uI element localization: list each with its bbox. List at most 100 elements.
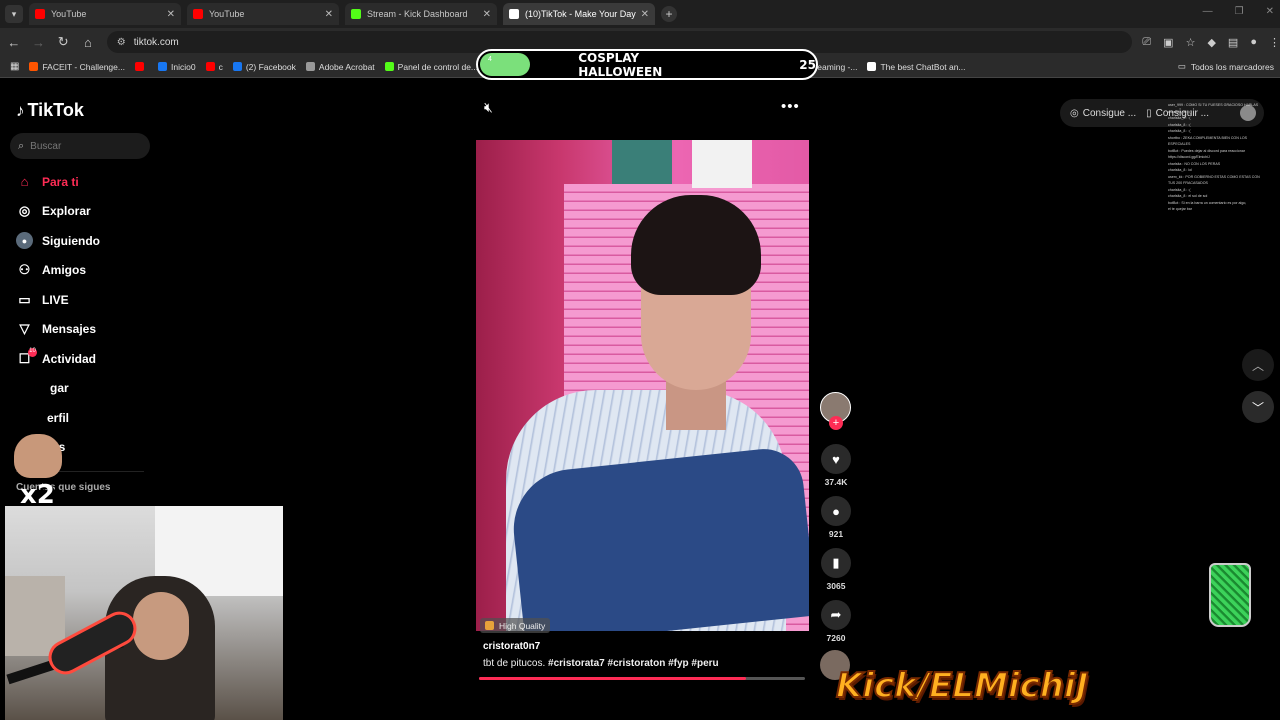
menu-icon[interactable]: ⋮ — [1269, 36, 1280, 49]
close-window-icon[interactable]: ✕ — [1266, 6, 1274, 17]
nav-cargar[interactable]: gar — [16, 379, 69, 396]
tiktok-note-icon: ♪ — [16, 100, 25, 120]
tab-title: (10)TikTok - Make Your Day — [525, 9, 636, 19]
tiktok-logo[interactable]: ♪ TikTok — [16, 100, 84, 121]
streamer-webcam — [5, 506, 283, 720]
forward-icon[interactable]: → — [28, 35, 50, 50]
nav-explorar[interactable]: ◎ Explorar — [16, 202, 91, 219]
follow-plus-icon[interactable]: + — [829, 416, 843, 430]
cast-icon[interactable]: ⎚ — [1142, 36, 1151, 49]
close-icon[interactable]: ✕ — [167, 9, 175, 20]
search-placeholder: Buscar — [30, 140, 62, 152]
overlay-count: 25 — [799, 57, 816, 72]
browser-tab-tiktok[interactable]: (10)TikTok - Make Your Day ✕ — [503, 3, 655, 25]
share-action[interactable]: ➦ 7260 — [820, 600, 852, 643]
new-tab-button[interactable]: + — [661, 6, 677, 22]
video-progress-bar[interactable] — [479, 677, 805, 680]
more-options-icon[interactable]: ••• — [781, 98, 800, 115]
upload-icon — [16, 379, 33, 396]
browser-tab-youtube-1[interactable]: YouTube ✕ — [29, 3, 181, 25]
bookmark-item[interactable]: FACEIT - Challenge... — [29, 62, 125, 72]
maximize-icon[interactable]: ❐ — [1235, 6, 1244, 17]
translate-icon[interactable]: ▣ — [1163, 36, 1173, 49]
stream-chat-overlay: user_999 : COMO SI TU FUESES GRACIOSO HA… — [1168, 102, 1278, 213]
video-poster — [692, 140, 752, 188]
share-count: 7260 — [826, 633, 846, 643]
activity-badge: 10 — [28, 348, 37, 357]
save-count: 3065 — [826, 581, 846, 591]
profile-icon[interactable]: ● — [1250, 36, 1257, 49]
nav-label: gar — [50, 380, 69, 395]
caption-hashtags[interactable]: #cristorata7 #cristoraton #fyp #peru — [548, 658, 719, 669]
back-icon[interactable]: ← — [3, 35, 25, 50]
home-icon[interactable]: ⌂ — [77, 35, 99, 50]
bookmark-label: Adobe Acrobat — [318, 61, 375, 72]
bookmark-favicon-icon — [29, 62, 39, 71]
logo-text: TikTok — [27, 100, 84, 120]
toolbar-icons: ⎚ ▣ ☆ ◆ ▤ ● ⋮ — [1142, 36, 1280, 49]
bookmark-item[interactable]: (2) Facebook — [232, 61, 296, 72]
browser-tab-kick[interactable]: Stream - Kick Dashboard ✕ — [345, 3, 497, 25]
webcam-face — [133, 592, 189, 660]
nav-perfil[interactable]: erfil — [16, 409, 69, 426]
quality-label: High Quality — [499, 620, 546, 631]
video-jacket — [507, 445, 809, 631]
phone-icon: ▯ — [1146, 107, 1152, 119]
bookmark-item[interactable] — [134, 62, 148, 72]
heart-icon: ♥ — [821, 444, 851, 474]
chat-message: el te quejar bar — [1168, 207, 1192, 211]
puzzle-icon[interactable]: ▤ — [1228, 36, 1238, 49]
mute-icon[interactable]: 🔇︎ — [484, 99, 493, 116]
bookmark-favicon-icon — [157, 62, 167, 71]
bookmark-item[interactable]: Panel de control de... — [384, 61, 479, 72]
video-caption: tbt de pitucos. #cristorata7 #cristorato… — [483, 658, 719, 669]
all-bookmarks-label: Todos los marcadores — [1190, 61, 1274, 72]
previous-video-button[interactable]: ︿ — [1242, 349, 1274, 381]
like-action[interactable]: ♥ 37.4K — [820, 444, 852, 487]
nav-para-ti[interactable]: ⌂ Para ti — [16, 173, 79, 190]
video-poster — [612, 140, 672, 184]
bookmark-item[interactable]: c — [205, 62, 223, 72]
bookmark-label: The best ChatBot an... — [880, 61, 966, 72]
coin-icon: ◎ — [1070, 107, 1079, 119]
bookmark-item[interactable]: The best ChatBot an... — [867, 61, 966, 72]
search-input[interactable]: ⌕ Buscar — [10, 133, 150, 159]
nav-label: Actividad — [42, 351, 97, 366]
tab-title: YouTube — [51, 9, 87, 19]
extension-icon[interactable]: ◆ — [1207, 36, 1215, 49]
nav-label: Mensajes — [42, 321, 97, 336]
video-player[interactable] — [476, 140, 809, 631]
bookmark-favicon-icon — [134, 62, 144, 71]
nav-amigos[interactable]: ⚇ Amigos — [16, 261, 86, 278]
live-icon: ▭ — [18, 291, 31, 307]
get-coins-button[interactable]: ◎ Consigue ... — [1070, 108, 1136, 119]
browser-tab-youtube-2[interactable]: YouTube ✕ — [187, 3, 339, 25]
tiktok-icon — [509, 9, 519, 19]
bookmark-label: (2) Facebook — [245, 61, 296, 72]
quality-icon — [485, 621, 494, 630]
reload-icon[interactable]: ↻ — [52, 34, 74, 50]
next-video-button[interactable]: ﹀ — [1242, 391, 1274, 423]
video-author[interactable]: cristorat0n7 — [483, 641, 540, 652]
minimize-icon[interactable]: — — [1203, 6, 1213, 17]
save-action[interactable]: ▮ 3065 — [820, 548, 852, 591]
close-icon[interactable]: ✕ — [641, 9, 649, 20]
nav-live[interactable]: ▭ LIVE — [16, 291, 68, 308]
bookmark-item[interactable]: Inicio0 — [157, 62, 196, 72]
tab-title: YouTube — [209, 9, 245, 19]
bookmark-favicon-icon — [384, 62, 394, 71]
apps-icon[interactable]: ▦ — [10, 61, 19, 72]
bookmark-star-icon[interactable]: ☆ — [1186, 36, 1196, 49]
close-icon[interactable]: ✕ — [483, 9, 491, 20]
nav-siguiendo[interactable]: ● Siguiendo — [16, 232, 100, 249]
bookmark-label: Panel de control de... — [397, 61, 479, 72]
nav-label: erfil — [47, 410, 70, 425]
friends-icon: ⚇ — [18, 261, 31, 277]
nav-mensajes[interactable]: ▽ Mensajes — [16, 320, 97, 337]
tab-search-icon[interactable]: ▾ — [5, 5, 23, 23]
comment-action[interactable]: ● 921 — [820, 496, 852, 539]
bookmark-item[interactable]: Adobe Acrobat — [305, 61, 375, 72]
site-info-icon[interactable]: ⚙ — [117, 37, 126, 48]
all-bookmarks[interactable]: ▭ Todos los marcadores — [1178, 61, 1274, 72]
close-icon[interactable]: ✕ — [325, 9, 333, 20]
